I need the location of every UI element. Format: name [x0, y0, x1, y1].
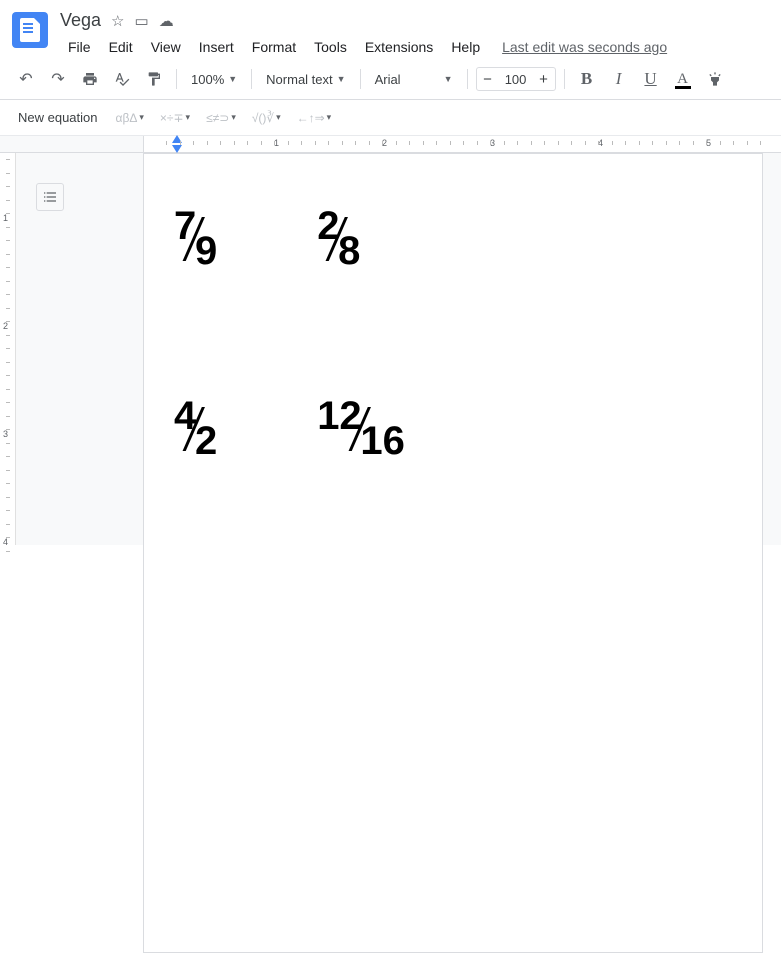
menu-help[interactable]: Help	[443, 35, 488, 59]
redo-button[interactable]: ↷	[44, 65, 72, 93]
indent-marker-bottom[interactable]	[172, 145, 182, 153]
style-dropdown[interactable]: Normal text ▼	[260, 65, 351, 93]
font-size-decrease[interactable]: −	[477, 68, 499, 90]
fraction[interactable]: 7⁄9	[174, 204, 217, 274]
menu-view[interactable]: View	[143, 35, 189, 59]
fraction-numerator: 12	[317, 394, 362, 439]
main-toolbar: ↶ ↷ 100% ▼ Normal text ▼ Arial ▼ − + B I…	[0, 59, 781, 100]
undo-button[interactable]: ↶	[12, 65, 40, 93]
eq-arrows-dropdown[interactable]: ←↑⇒▾	[293, 109, 336, 127]
eq-math-dropdown[interactable]: √()∛▾	[248, 109, 285, 127]
cloud-icon[interactable]: ☁	[159, 12, 174, 30]
fraction-slash: ⁄	[192, 202, 199, 276]
docs-logo[interactable]	[12, 12, 48, 48]
last-edit-link[interactable]: Last edit was seconds ago	[502, 35, 667, 59]
star-icon[interactable]: ☆	[111, 12, 124, 30]
caret-icon: ▼	[337, 74, 346, 84]
eq-relations-dropdown[interactable]: ≤≠⊃▾	[202, 109, 240, 127]
menu-tools[interactable]: Tools	[306, 35, 355, 59]
ruler-area: 12345	[0, 136, 781, 153]
caret-icon: ▼	[444, 74, 453, 84]
fraction[interactable]: 2⁄8	[317, 204, 360, 274]
menu-edit[interactable]: Edit	[101, 35, 141, 59]
document-content[interactable]: 7⁄92⁄84⁄212⁄16	[174, 204, 732, 464]
font-size-increase[interactable]: +	[533, 68, 555, 90]
fraction-slash: ⁄	[192, 392, 199, 466]
style-value: Normal text	[266, 72, 332, 87]
left-gutter	[16, 153, 143, 545]
fraction-slash: ⁄	[335, 202, 342, 276]
bold-button[interactable]: B	[573, 65, 601, 93]
document-title[interactable]: Vega	[60, 10, 101, 31]
horizontal-ruler[interactable]: 12345	[143, 136, 781, 152]
italic-button[interactable]: I	[605, 65, 633, 93]
print-button[interactable]	[76, 65, 104, 93]
zoom-value: 100%	[191, 72, 224, 87]
text-color-button[interactable]: A	[669, 65, 697, 93]
eq-greek-dropdown[interactable]: αβΔ▾	[112, 109, 148, 127]
underline-button[interactable]: U	[637, 65, 665, 93]
new-equation-button[interactable]: New equation	[12, 106, 104, 129]
font-size-control: − +	[476, 67, 556, 91]
paint-format-button[interactable]	[140, 65, 168, 93]
fraction-slash: ⁄	[357, 392, 364, 466]
fraction-denominator: 16	[360, 419, 405, 464]
font-value: Arial	[375, 72, 401, 87]
fraction-row: 4⁄212⁄16	[174, 394, 732, 464]
highlight-button[interactable]	[701, 65, 729, 93]
ruler-number: 2	[3, 321, 8, 331]
vertical-ruler[interactable]: 1 2 3 4	[0, 153, 16, 545]
ruler-number: 1	[3, 213, 8, 223]
fraction-row: 7⁄9 2⁄8	[174, 204, 732, 274]
move-icon[interactable]: ▭	[135, 12, 149, 30]
zoom-dropdown[interactable]: 100% ▼	[185, 65, 243, 93]
document-page[interactable]: 7⁄92⁄84⁄212⁄16	[143, 153, 763, 953]
ruler-number: 3	[3, 429, 8, 439]
ruler-number: 4	[3, 537, 8, 547]
font-size-input[interactable]	[499, 72, 533, 87]
spellcheck-button[interactable]	[108, 65, 136, 93]
menu-format[interactable]: Format	[244, 35, 304, 59]
menu-insert[interactable]: Insert	[191, 35, 242, 59]
font-dropdown[interactable]: Arial ▼	[369, 65, 459, 93]
menu-extensions[interactable]: Extensions	[357, 35, 441, 59]
caret-icon: ▼	[228, 74, 237, 84]
eq-operators-dropdown[interactable]: ×÷∓▾	[156, 109, 194, 127]
equation-toolbar: New equation αβΔ▾ ×÷∓▾ ≤≠⊃▾ √()∛▾ ←↑⇒▾	[0, 100, 781, 136]
title-area: Vega ☆ ▭ ☁ File Edit View Insert Format …	[60, 8, 769, 59]
header: Vega ☆ ▭ ☁ File Edit View Insert Format …	[0, 0, 781, 59]
fraction[interactable]: 12⁄16	[317, 394, 405, 464]
fraction[interactable]: 4⁄2	[174, 394, 217, 464]
menubar: File Edit View Insert Format Tools Exten…	[60, 35, 769, 59]
outline-toggle-button[interactable]	[36, 183, 64, 211]
indent-marker-top[interactable]	[172, 135, 182, 143]
menu-file[interactable]: File	[60, 35, 99, 59]
workspace: 1234 7⁄92⁄84⁄212⁄16	[0, 153, 781, 545]
